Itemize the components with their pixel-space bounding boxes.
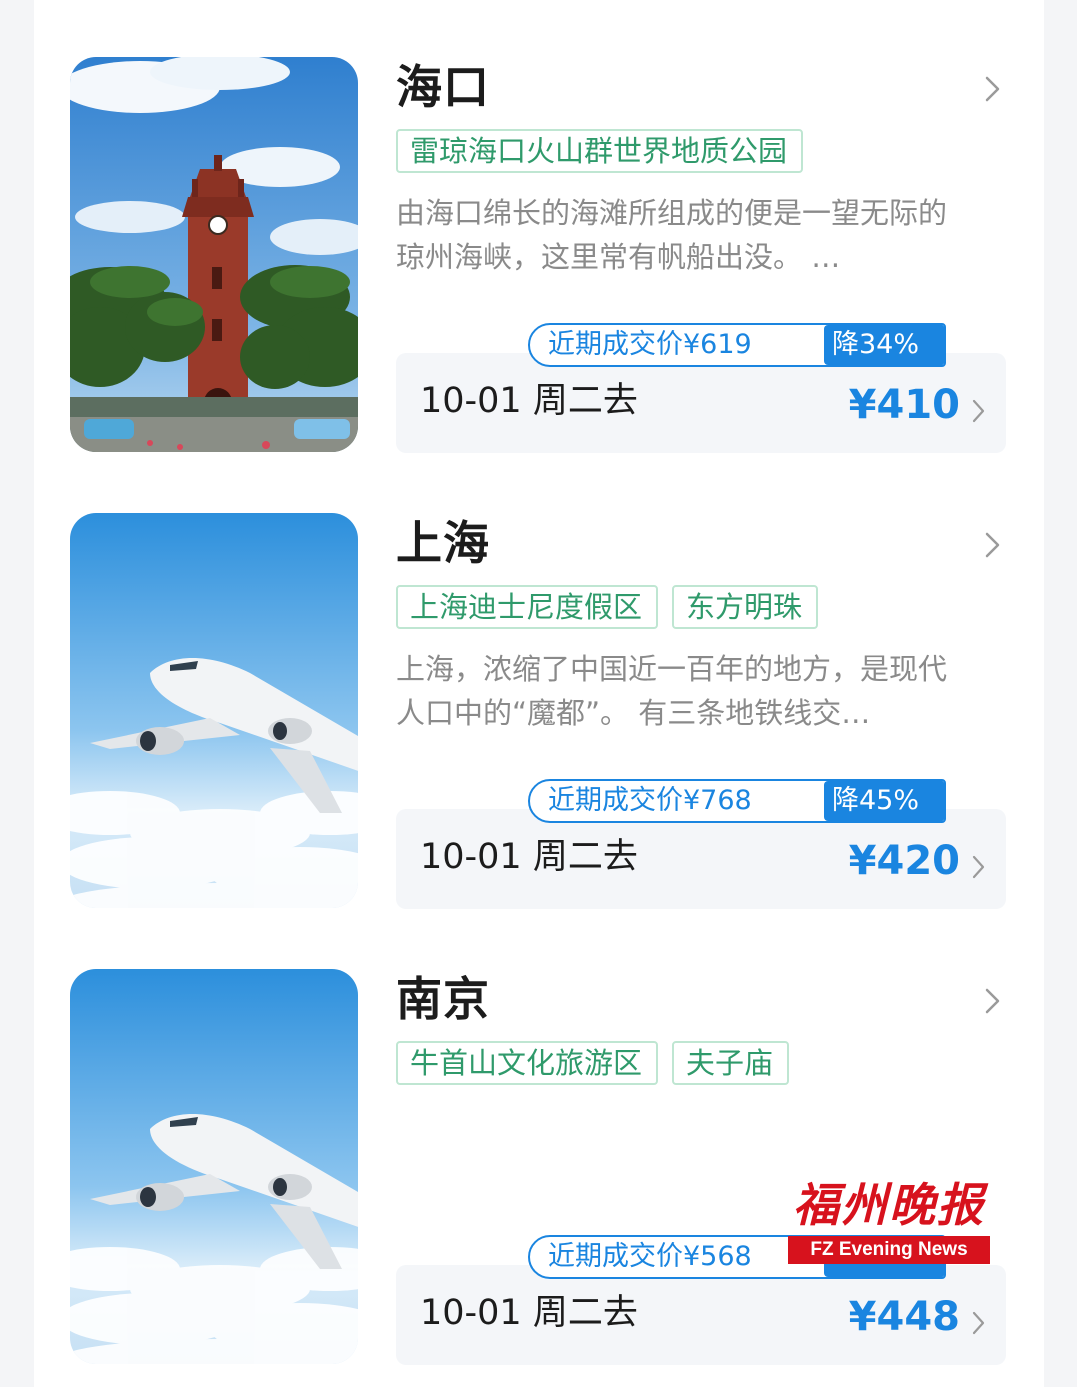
destination-card-shanghai[interactable]: 上海 上海迪士尼度假区 东方明珠 上海，浓缩了中国近一百年的地方，是现代人口中的… bbox=[34, 513, 1044, 913]
destination-card-haikou[interactable]: 海口 雷琼海口火山群世界地质公园 由海口绵长的海滩所组成的便是一望无际的琼州海峡… bbox=[34, 57, 1044, 457]
destination-description: 由海口绵长的海滩所组成的便是一望无际的琼州海峡，这里常有帆船出没。 … bbox=[396, 196, 948, 274]
page: 海口 雷琼海口火山群世界地质公园 由海口绵长的海滩所组成的便是一望无际的琼州海峡… bbox=[0, 0, 1077, 1387]
price-drop-badge: 降34% bbox=[824, 325, 944, 365]
attraction-tag[interactable]: 东方明珠 bbox=[672, 585, 819, 629]
departure-date: 10-01 周二去 bbox=[420, 381, 638, 421]
ticket-price: ¥420 bbox=[848, 838, 960, 884]
price-row[interactable]: 10-01 周二去 ¥410 bbox=[396, 353, 1006, 453]
attraction-tag[interactable]: 上海迪士尼度假区 bbox=[396, 585, 659, 629]
attraction-tag[interactable]: 牛首山文化旅游区 bbox=[396, 1041, 659, 1085]
attraction-tag[interactable]: 夫子庙 bbox=[672, 1041, 790, 1085]
chevron-right-icon bbox=[972, 855, 985, 879]
airplane-image bbox=[70, 513, 358, 908]
destination-description: 上海，浓缩了中国近一百年的地方，是现代人口中的“魔都”。 有三条地铁线交… bbox=[396, 652, 948, 730]
destination-photo-clock-tower[interactable] bbox=[70, 57, 358, 452]
clock-tower-image bbox=[70, 57, 358, 452]
attraction-tags: 上海迪士尼度假区 东方明珠 bbox=[396, 585, 819, 629]
destination-card-nanjing[interactable]: 南京 牛首山文化旅游区 夫子庙 10-01 周二去 ¥448 近期成交价¥568 bbox=[34, 969, 1044, 1369]
attraction-tags: 牛首山文化旅游区 夫子庙 bbox=[396, 1041, 790, 1085]
recent-price-label: 近期成交价¥568 bbox=[548, 1241, 752, 1272]
city-name: 南京 bbox=[396, 972, 490, 1026]
price-drop-badge: 降45% bbox=[824, 781, 944, 821]
chevron-right-icon[interactable] bbox=[984, 75, 1002, 103]
destination-photo-airplane[interactable] bbox=[70, 513, 358, 908]
ticket-price: ¥410 bbox=[848, 382, 960, 428]
recent-price-badge: 近期成交价¥768 降45% bbox=[528, 779, 946, 823]
chevron-right-icon bbox=[972, 1311, 985, 1335]
destination-photo-airplane[interactable] bbox=[70, 969, 358, 1364]
city-name: 海口 bbox=[396, 60, 490, 114]
departure-date: 10-01 周二去 bbox=[420, 837, 638, 877]
watermark-english-logo: FZ Evening News bbox=[788, 1236, 990, 1264]
recent-price-label: 近期成交价¥619 bbox=[548, 329, 752, 360]
city-name: 上海 bbox=[396, 516, 490, 570]
chevron-right-icon[interactable] bbox=[984, 531, 1002, 559]
attraction-tags: 雷琼海口火山群世界地质公园 bbox=[396, 129, 804, 173]
attraction-tag[interactable]: 雷琼海口火山群世界地质公园 bbox=[396, 129, 804, 173]
ticket-price: ¥448 bbox=[848, 1294, 960, 1340]
price-row[interactable]: 10-01 周二去 ¥420 bbox=[396, 809, 1006, 909]
recent-price-badge: 近期成交价¥619 降34% bbox=[528, 323, 946, 367]
chevron-right-icon[interactable] bbox=[984, 987, 1002, 1015]
recent-price-label: 近期成交价¥768 bbox=[548, 785, 752, 816]
chevron-right-icon bbox=[972, 399, 985, 423]
departure-date: 10-01 周二去 bbox=[420, 1293, 638, 1333]
watermark-chinese-logo: 福州晚报 bbox=[793, 1178, 985, 1232]
airplane-image bbox=[70, 969, 358, 1364]
newspaper-watermark: 福州晚报 FZ Evening News bbox=[788, 1176, 990, 1268]
price-row[interactable]: 10-01 周二去 ¥448 bbox=[396, 1265, 1006, 1365]
